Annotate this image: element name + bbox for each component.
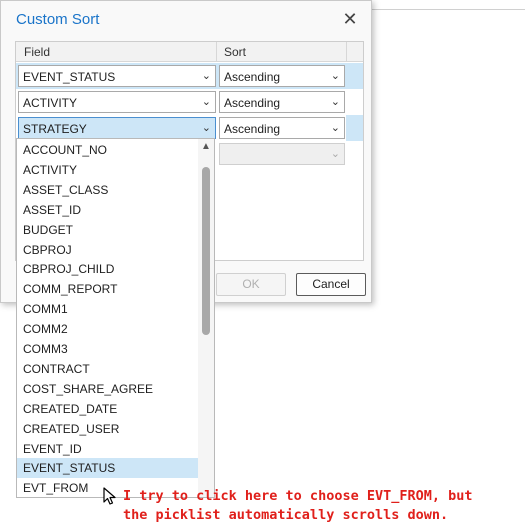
annotation-line: the picklist automatically scrolls down.	[123, 507, 449, 523]
chevron-down-icon: ⌄	[330, 96, 340, 108]
sort-value: Ascending	[224, 122, 281, 136]
picklist-item[interactable]: ACTIVITY	[17, 160, 198, 180]
grid-row[interactable]: EVENT_STATUS ⌄ Ascending ⌄	[16, 63, 363, 89]
annotation-line: I try to click here to choose EVT_FROM, …	[123, 488, 473, 504]
picklist-item[interactable]: BUDGET	[17, 220, 198, 240]
grid-header: Field Sort	[16, 42, 363, 62]
picklist-item[interactable]: CBPROJ_CHILD	[17, 259, 198, 279]
sort-combobox-disabled: ⌄	[219, 143, 345, 165]
picklist-item[interactable]: ACCOUNT_NO	[17, 140, 198, 160]
field-combobox[interactable]: ACTIVITY ⌄	[18, 91, 216, 113]
chevron-down-icon: ⌄	[201, 96, 211, 108]
picklist-item[interactable]: CBPROJ	[17, 240, 198, 260]
picklist-item[interactable]: ASSET_ID	[17, 200, 198, 220]
field-value: EVENT_STATUS	[23, 70, 116, 84]
field-picklist[interactable]: ACCOUNT_NO ACTIVITY ASSET_CLASS ASSET_ID BUD…	[16, 138, 215, 498]
picklist-item[interactable]: CREATED_DATE	[17, 399, 198, 419]
sort-value: Ascending	[224, 96, 281, 110]
picklist-item[interactable]: CONTRACT	[17, 359, 198, 379]
chevron-down-icon: ⌄	[201, 122, 211, 134]
dialog-title: Custom Sort	[16, 11, 100, 28]
field-combobox-open[interactable]: STRATEGY ⌄	[18, 117, 216, 139]
picklist-item[interactable]: COMM2	[17, 319, 198, 339]
chevron-up-icon[interactable]: ▲	[201, 141, 211, 152]
picklist-item[interactable]: CREATED_USER	[17, 419, 198, 439]
field-value: ACTIVITY	[23, 96, 78, 110]
column-header-field[interactable]: Field	[24, 45, 50, 59]
chevron-down-icon: ⌄	[330, 148, 340, 160]
picklist-item[interactable]: EVENT_ID	[17, 439, 198, 459]
close-icon[interactable]: ✕	[339, 8, 361, 30]
mouse-pointer-icon	[103, 487, 116, 505]
grid-row[interactable]: ACTIVITY ⌄ Ascending ⌄	[16, 89, 363, 115]
column-header-sort[interactable]: Sort	[224, 45, 246, 59]
picklist-item[interactable]: COMM_REPORT	[17, 279, 198, 299]
picklist-item[interactable]: COMM3	[17, 339, 198, 359]
column-separator	[216, 42, 217, 62]
field-combobox[interactable]: EVENT_STATUS ⌄	[18, 65, 216, 87]
chevron-down-icon: ⌄	[201, 70, 211, 82]
column-separator	[346, 42, 347, 62]
picklist-item[interactable]: ASSET_CLASS	[17, 180, 198, 200]
sort-combobox[interactable]: Ascending ⌄	[219, 91, 345, 113]
sort-combobox[interactable]: Ascending ⌄	[219, 117, 345, 139]
cancel-button[interactable]: Cancel	[296, 273, 366, 296]
ok-button[interactable]: OK	[216, 273, 286, 296]
row-selection-tail	[346, 115, 363, 141]
picklist-item[interactable]: COST_SHARE_AGREE	[17, 379, 198, 399]
scrollbar-thumb[interactable]	[202, 167, 210, 335]
sort-value: Ascending	[224, 70, 281, 84]
picklist-scrollbar[interactable]: ▲	[198, 139, 214, 497]
annotation-text: I try to click here to choose EVT_FROM, …	[123, 487, 473, 525]
picklist-item[interactable]: COMM1	[17, 299, 198, 319]
field-value: STRATEGY	[23, 122, 87, 136]
picklist-item[interactable]: EVENT_STATUS	[17, 458, 198, 479]
sort-combobox[interactable]: Ascending ⌄	[219, 65, 345, 87]
chevron-down-icon: ⌄	[330, 122, 340, 134]
chevron-down-icon: ⌄	[330, 70, 340, 82]
